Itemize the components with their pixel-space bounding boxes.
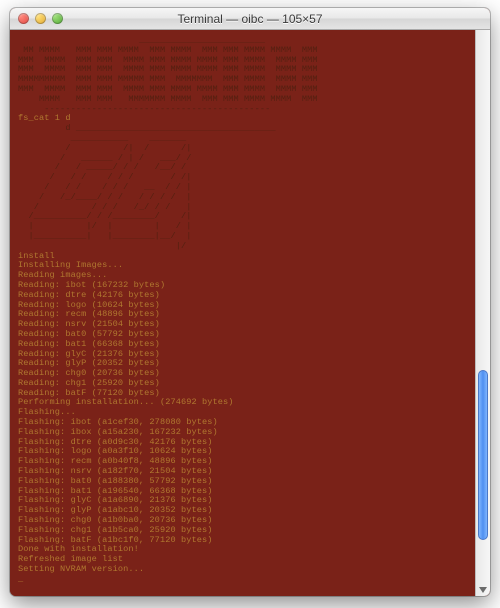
terminal-content[interactable]: ________________________ MM MMMM MMM MMM… bbox=[10, 30, 475, 596]
scroll-down-arrow-icon[interactable] bbox=[479, 587, 487, 593]
terminal-window: Terminal — oibc — 105×57 _______________… bbox=[10, 8, 490, 596]
zoom-icon[interactable] bbox=[52, 13, 63, 24]
traffic-lights bbox=[10, 13, 63, 24]
titlebar[interactable]: Terminal — oibc — 105×57 bbox=[10, 8, 490, 30]
terminal-body: ________________________ MM MMMM MMM MMM… bbox=[10, 30, 490, 596]
terminal-output: ________________________ MM MMMM MMM MMM… bbox=[18, 36, 469, 585]
window-title: Terminal — oibc — 105×57 bbox=[10, 12, 490, 26]
minimize-icon[interactable] bbox=[35, 13, 46, 24]
close-icon[interactable] bbox=[18, 13, 29, 24]
scrollbar[interactable] bbox=[475, 30, 490, 596]
scroll-thumb[interactable] bbox=[478, 370, 488, 540]
